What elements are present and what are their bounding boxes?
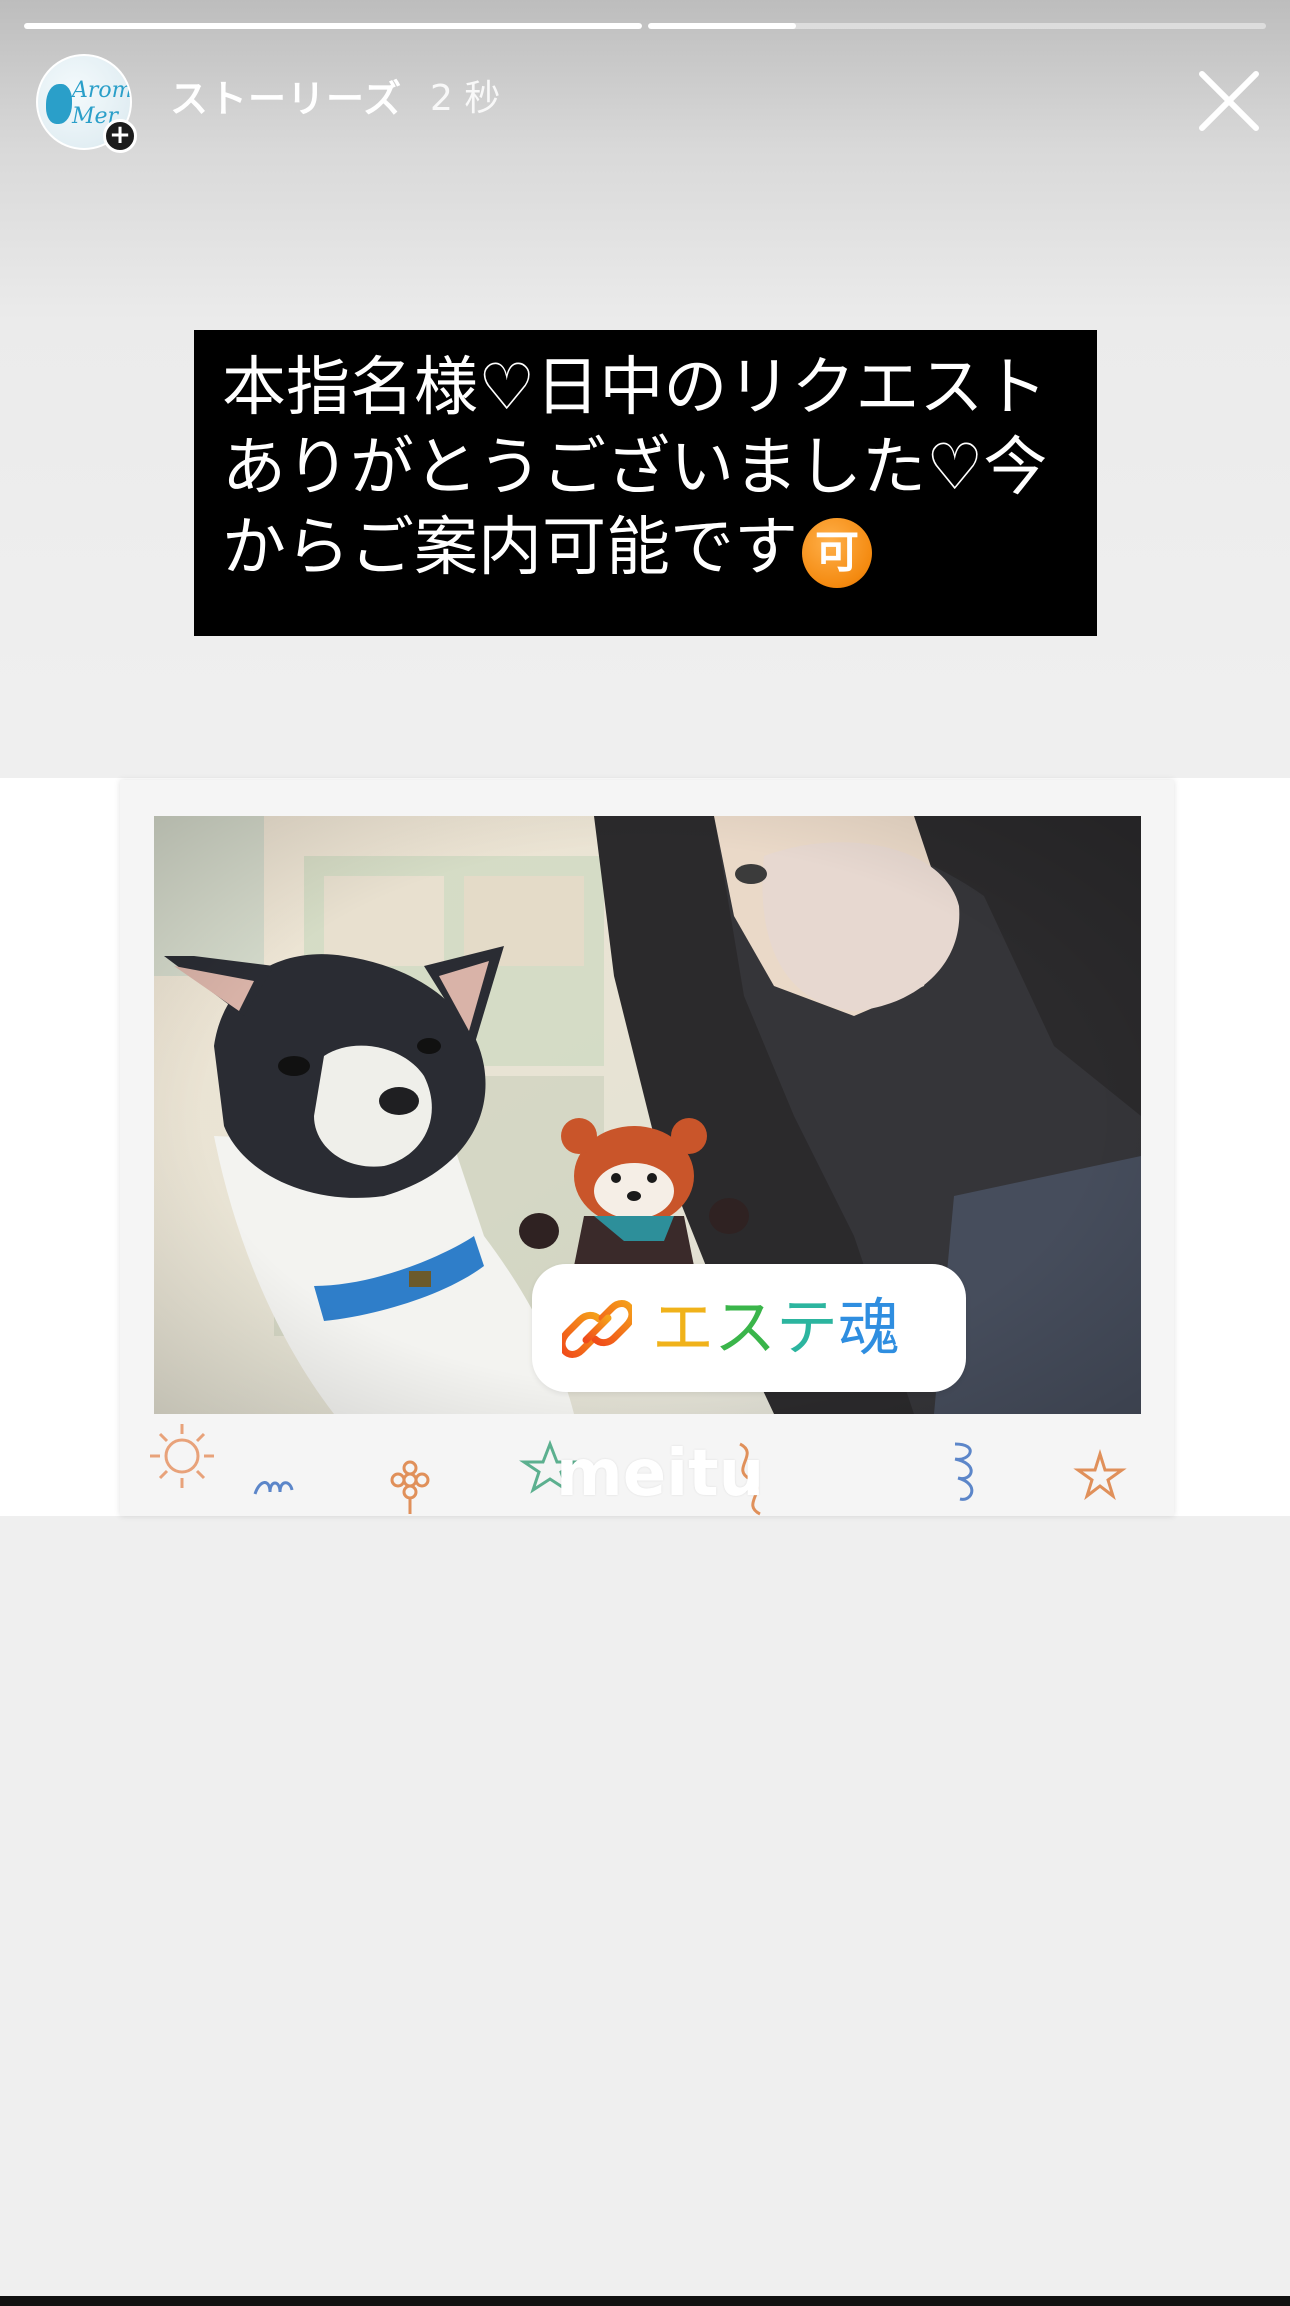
progress-fill (648, 23, 797, 29)
caption-text: 本指名様♡日中のリクエストありがとうございました♡今からご案内可能です可 (222, 348, 1075, 588)
link-sticker[interactable]: エステ魂 (532, 1264, 966, 1392)
progress-fill (24, 23, 642, 29)
story-progress-segment-1 (24, 23, 642, 29)
sun-doodle-icon (150, 1424, 214, 1488)
link-sticker-char: 魂 (838, 1291, 901, 1364)
close-button[interactable] (1196, 68, 1262, 134)
flower-doodle-icon (390, 1460, 430, 1514)
link-icon (562, 1300, 632, 1358)
story-viewer[interactable]: Aroma Mer + ストーリーズ 2 秒 本指名様♡日中のリクエストありがと… (0, 0, 1290, 2306)
plus-icon[interactable]: + (103, 119, 137, 153)
squiggle-doodle-icon (253, 1481, 294, 1495)
link-sticker-char: ス (714, 1291, 777, 1364)
link-sticker-char: エ (652, 1291, 715, 1364)
story-caption: 本指名様♡日中のリクエストありがとうございました♡今からご案内可能です可 (194, 330, 1097, 636)
story-username[interactable]: ストーリーズ (170, 74, 402, 124)
meitu-watermark: meitu (556, 1437, 765, 1511)
story-timestamp: 2 秒 (430, 78, 501, 119)
close-icon (1199, 71, 1259, 131)
logo-mark (46, 84, 72, 124)
story-progress-segment-2 (648, 23, 1266, 29)
spiral-doodle-icon (954, 1442, 974, 1501)
story-bottom-edge (0, 2296, 1290, 2306)
small-star-doodle-icon (1073, 1448, 1127, 1501)
caption-text-body: 本指名様♡日中のリクエストありがとうございました♡今からご案内可能です (222, 351, 1048, 585)
link-sticker-label[interactable]: エステ魂 (652, 1286, 900, 1370)
available-emoji-icon: 可 (802, 517, 872, 588)
link-sticker-char: テ (776, 1291, 839, 1364)
